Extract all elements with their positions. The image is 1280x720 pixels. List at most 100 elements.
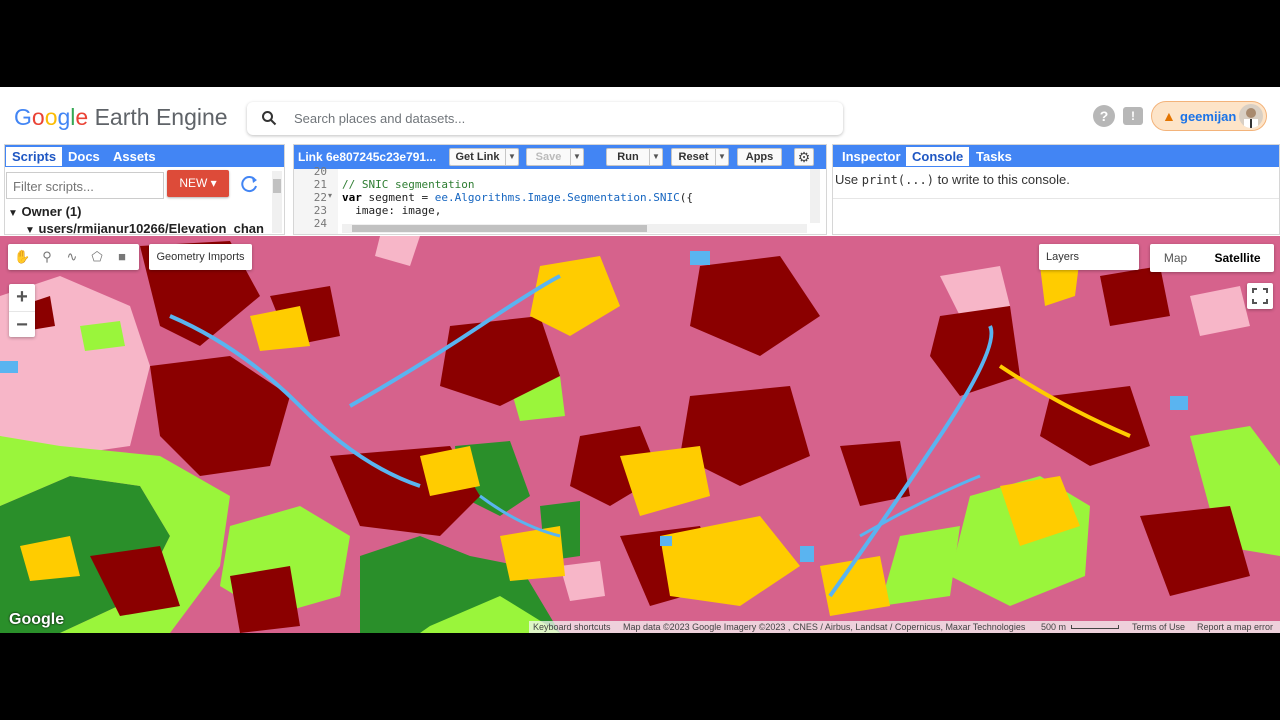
console-hint-suffix: to write to this console. [933, 172, 1070, 187]
app-header: Google Earth Engine Search places and da… [0, 87, 1280, 145]
console-hint-code: print(...) [861, 173, 934, 187]
warning-icon: ▲ [1162, 108, 1176, 124]
username: geemijan [1180, 109, 1237, 124]
apps-button[interactable]: Apps [737, 148, 782, 166]
feedback-icon[interactable]: ! [1123, 107, 1143, 125]
help-icon[interactable]: ? [1093, 105, 1115, 127]
line-number: 22 [313, 191, 327, 204]
search-icon [262, 111, 277, 126]
logo-letter: G [14, 104, 32, 130]
layers-button[interactable]: Layers [1039, 244, 1139, 270]
fullscreen-icon[interactable] [1247, 283, 1273, 309]
get-link-label: Get Link [455, 151, 500, 163]
code-line[interactable]: var segment = ee.Algorithms.Image.Segmen… [342, 191, 693, 204]
search-placeholder: Search places and datasets... [294, 111, 466, 126]
script-path-node[interactable]: ▼ users/rmijanur10266/Elevation_chan [25, 221, 264, 235]
logo-letter: e [75, 104, 89, 130]
chevron-down-icon[interactable]: ▼ [505, 149, 518, 165]
owner-label: Owner (1) [21, 204, 82, 219]
geometry-imports-button[interactable]: Geometry Imports [149, 244, 252, 270]
tab-scripts[interactable]: Scripts [6, 147, 63, 166]
tab-console[interactable]: Console [906, 147, 970, 166]
gear-icon[interactable]: ⚙ [794, 148, 814, 166]
chevron-down-icon[interactable]: ▼ [649, 149, 662, 165]
script-path-label: users/rmijanur10266/Elevation_chan [38, 221, 264, 235]
console-hint: Use print(...) to write to this console. [835, 172, 1070, 187]
map-type-map[interactable]: Map [1150, 244, 1201, 272]
expand-triangle-icon: ▼ [25, 225, 35, 235]
scale-label: 500 m [1041, 622, 1067, 632]
earth-engine-logo[interactable]: Google Earth Engine [14, 104, 228, 131]
logo-letter: g [57, 104, 71, 130]
search-bar[interactable]: Search places and datasets... [247, 102, 843, 135]
drawing-tools: ✋ ⚲ ∿ ⬠ ■ [8, 244, 139, 270]
zoom-controls: + − [9, 284, 35, 337]
save-label: Save [535, 151, 562, 163]
code-editor-panel: Link 6e807245c23e791... Get Link ▼ Save ▼ … [293, 144, 827, 235]
keyboard-shortcuts-link[interactable]: Keyboard shortcuts [533, 622, 611, 632]
zoom-out-button[interactable]: − [9, 311, 35, 337]
right-tabbar: Inspector Console Tasks [833, 145, 1279, 167]
tab-inspector[interactable]: Inspector [836, 147, 907, 166]
fold-icon[interactable]: ▾ [328, 191, 332, 200]
map-attribution-bar: Keyboard shortcuts Map data ©2023 Google… [529, 621, 1280, 633]
user-account-button[interactable]: ▲ geemijan [1151, 101, 1267, 131]
run-button[interactable]: Run ▼ [606, 148, 663, 166]
scale-bar [1071, 625, 1119, 629]
new-script-button[interactable]: NEW ▾ [167, 170, 229, 197]
marker-icon[interactable]: ⚲ [39, 249, 55, 265]
line-number: 24 [313, 217, 327, 230]
terms-link[interactable]: Terms of Use [1132, 622, 1185, 632]
save-button[interactable]: Save ▼ [526, 148, 584, 166]
line-number-gutter: 20 21 22 23 24 ▾ [294, 165, 338, 234]
reset-button[interactable]: Reset ▼ [671, 148, 729, 166]
console-hint-prefix: Use [835, 172, 862, 187]
chevron-down-icon[interactable]: ▼ [715, 149, 728, 165]
line-number: 23 [313, 204, 327, 217]
scripts-panel: Scripts Docs Assets Filter scripts... NE… [4, 144, 285, 235]
filter-placeholder: Filter scripts... [13, 179, 94, 194]
chevron-down-icon[interactable]: ▼ [570, 149, 583, 165]
logo-letter: o [31, 104, 45, 130]
refresh-icon[interactable] [239, 173, 261, 195]
polygon-icon[interactable]: ⬠ [89, 249, 105, 265]
map-type-satellite[interactable]: Satellite [1201, 244, 1274, 272]
tab-assets[interactable]: Assets [107, 147, 162, 166]
header-actions: ? ! ▲ geemijan [1088, 101, 1268, 131]
rectangle-icon[interactable]: ■ [114, 249, 130, 265]
tab-docs[interactable]: Docs [62, 147, 106, 166]
get-link-button[interactable]: Get Link ▼ [449, 148, 519, 166]
scrollbar-thumb[interactable] [352, 225, 647, 232]
line-icon[interactable]: ∿ [64, 249, 80, 265]
script-link-name[interactable]: Link 6e807245c23e791... [298, 150, 436, 164]
editor-vscrollbar[interactable] [810, 169, 820, 223]
report-error-link[interactable]: Report a map error [1197, 622, 1273, 632]
editor-hscrollbar[interactable] [342, 224, 807, 233]
left-tabbar: Scripts Docs Assets [5, 145, 284, 167]
scripts-scrollbar[interactable] [272, 171, 282, 233]
code-line[interactable]: image: image, [342, 204, 441, 217]
new-button-label: NEW [179, 176, 208, 190]
reset-label: Reset [678, 151, 709, 163]
zoom-in-button[interactable]: + [9, 284, 35, 310]
line-number: 21 [313, 178, 327, 191]
map-data-attribution: Map data ©2023 Google Imagery ©2023 , CN… [623, 622, 1026, 632]
divider [833, 198, 1279, 199]
map-type-toggle: Map Satellite [1150, 244, 1274, 272]
owner-tree-node[interactable]: ▼ Owner (1) [8, 204, 82, 219]
editor-toolbar: Link 6e807245c23e791... Get Link ▼ Save ▼ … [294, 145, 826, 169]
caret-down-icon: ▾ [210, 176, 217, 190]
logo-letter: o [44, 104, 58, 130]
map-canvas[interactable]: ✋ ⚲ ∿ ⬠ ■ Geometry Imports + − Layers Ma… [0, 236, 1280, 633]
avatar [1239, 104, 1263, 128]
hand-icon[interactable]: ✋ [14, 249, 30, 265]
filter-scripts-input[interactable]: Filter scripts... [6, 172, 164, 199]
code-line[interactable]: // SNIC segmentation [342, 178, 474, 191]
classified-map-image [0, 236, 1280, 633]
logo-product-name: Earth Engine [94, 104, 228, 130]
tab-tasks[interactable]: Tasks [970, 147, 1018, 166]
google-logo: Google [9, 611, 65, 628]
scrollbar-thumb[interactable] [273, 179, 281, 193]
line-number: 20 [313, 165, 327, 178]
run-label: Run [617, 151, 639, 163]
